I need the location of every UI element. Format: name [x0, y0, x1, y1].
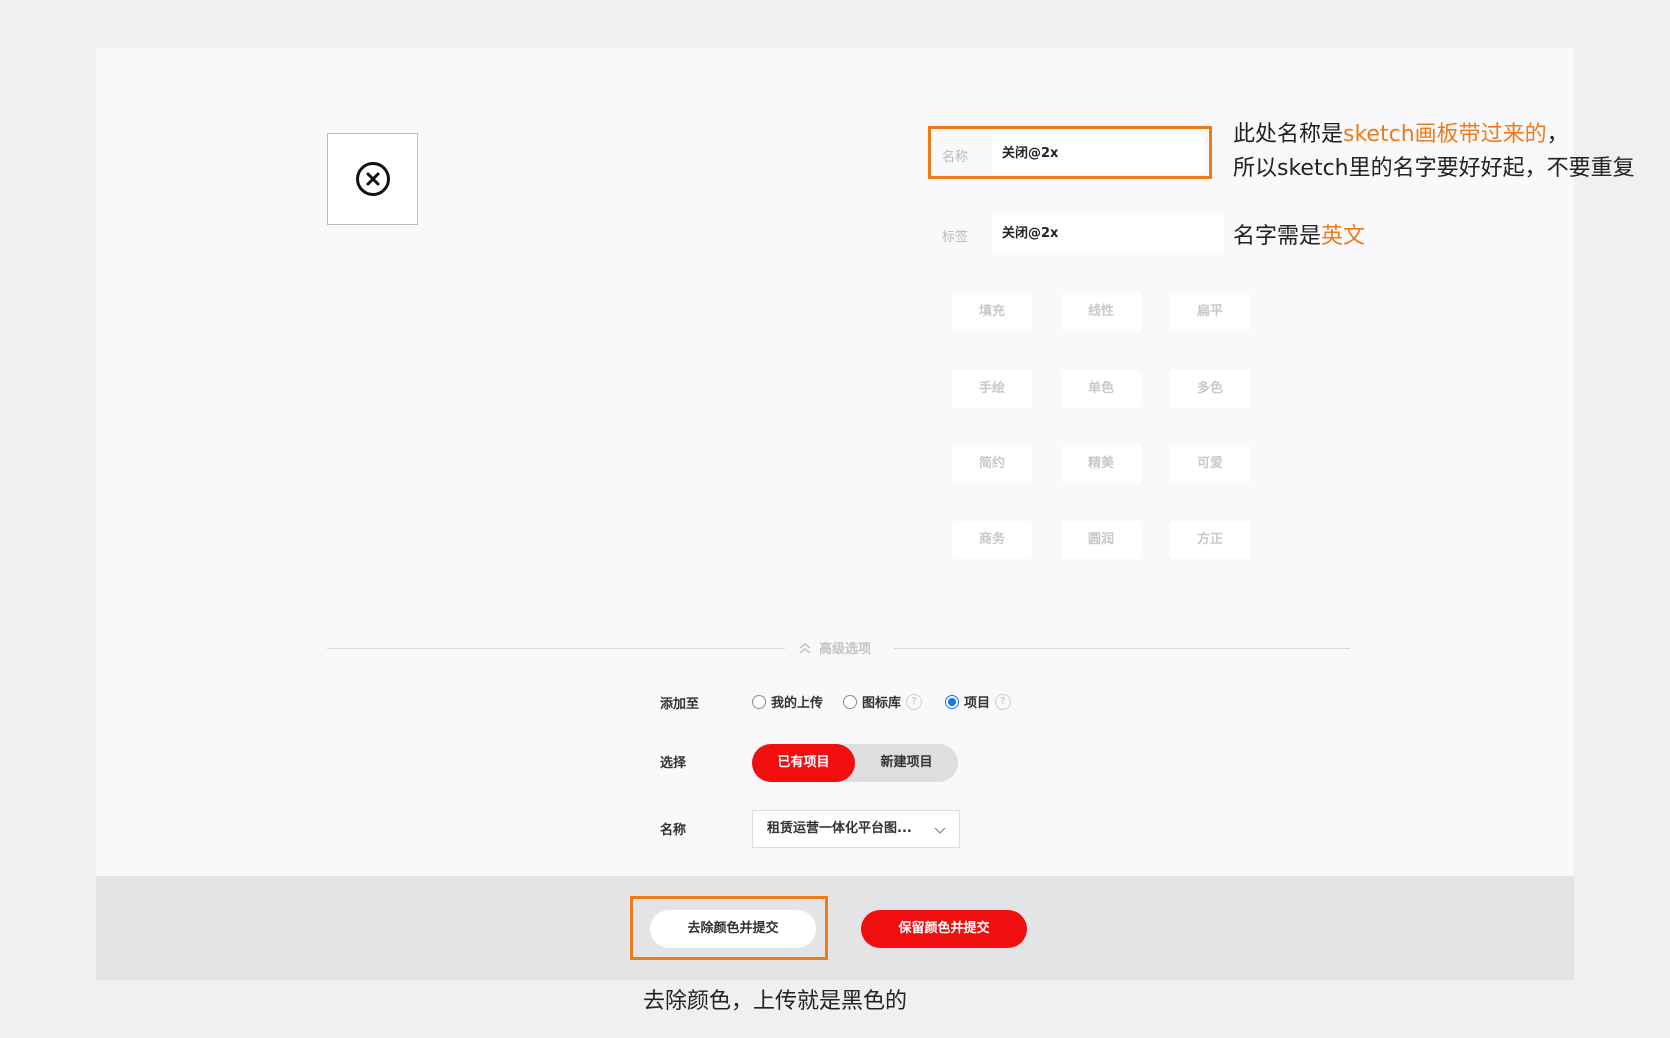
- project-name-select[interactable]: 租赁运营一体化平台图...: [752, 810, 960, 848]
- radio-circle[interactable]: [752, 694, 766, 709]
- style-tag-mono[interactable]: 单色: [1061, 370, 1141, 408]
- radio-circle-selected[interactable]: [945, 694, 959, 709]
- close-circle-icon: [356, 162, 390, 196]
- name-highlight-box: [928, 126, 1212, 179]
- style-tag-business[interactable]: 商务: [952, 521, 1032, 559]
- help-icon[interactable]: ?: [906, 693, 923, 710]
- radio-icon-library[interactable]: 图标库 ?: [843, 692, 923, 711]
- project-mode-toggle: 已有项目 新建项目: [752, 744, 958, 782]
- remove-color-highlight-box: [630, 896, 828, 960]
- select-label: 选择: [660, 756, 687, 771]
- existing-project-option[interactable]: 已有项目: [752, 744, 855, 782]
- style-tag-exquisite[interactable]: 精美: [1061, 445, 1141, 483]
- double-chevron-up-icon: [799, 642, 811, 654]
- style-tag-linear[interactable]: 线性: [1061, 293, 1141, 331]
- tag-label: 标签: [942, 230, 969, 245]
- radio-label: 图标库: [862, 696, 902, 711]
- style-tag-simple[interactable]: 简约: [952, 445, 1032, 483]
- tag-input[interactable]: 关闭@2x: [992, 215, 1224, 253]
- new-project-option[interactable]: 新建项目: [855, 744, 958, 782]
- annotation-text: 此处名称是: [1233, 122, 1344, 147]
- style-tag-multicolor[interactable]: 多色: [1170, 370, 1250, 408]
- icon-preview: [327, 133, 418, 225]
- project-name-value: 租赁运营一体化平台图...: [767, 821, 912, 836]
- add-to-label: 添加至: [660, 697, 700, 712]
- style-tag-cute[interactable]: 可爱: [1170, 445, 1250, 483]
- radio-my-uploads[interactable]: 我的上传: [752, 692, 823, 711]
- help-icon[interactable]: ?: [995, 693, 1012, 710]
- radio-circle[interactable]: [843, 694, 857, 709]
- style-tag-flat[interactable]: 扁平: [1170, 293, 1250, 331]
- keep-color-submit-button[interactable]: 保留颜色并提交: [861, 910, 1027, 948]
- chevron-down-icon: [934, 827, 946, 834]
- divider-right: [894, 648, 1350, 649]
- annotation-highlight: 英文: [1321, 224, 1366, 249]
- annotation-name-unique: 所以sketch里的名字要好好起，不要重复: [1233, 156, 1635, 181]
- radio-project[interactable]: 项目 ?: [945, 692, 1012, 711]
- radio-label: 我的上传: [771, 696, 824, 711]
- annotation-text: ，: [1546, 122, 1569, 147]
- style-tag-square[interactable]: 方正: [1170, 521, 1250, 559]
- divider-left: [327, 648, 785, 649]
- annotation-remove-color: 去除颜色，上传就是黑色的: [643, 989, 908, 1014]
- project-name-label: 名称: [660, 823, 687, 838]
- style-tag-rounded[interactable]: 圆润: [1061, 521, 1141, 559]
- annotation-highlight: sketch画板带过来的: [1343, 122, 1547, 147]
- advanced-options-label: 高级选项: [819, 642, 872, 657]
- footer-bar: [96, 876, 1574, 980]
- style-tag-handdrawn[interactable]: 手绘: [952, 370, 1032, 408]
- annotation-english: 名字需是英文: [1233, 220, 1365, 254]
- annotation-text: 名字需是: [1233, 224, 1322, 249]
- radio-label: 项目: [964, 696, 991, 711]
- advanced-options-toggle[interactable]: 高级选项: [797, 638, 871, 657]
- annotation-name-source: 此处名称是sketch画板带过来的，: [1233, 118, 1569, 152]
- style-tag-fill[interactable]: 填充: [952, 293, 1032, 331]
